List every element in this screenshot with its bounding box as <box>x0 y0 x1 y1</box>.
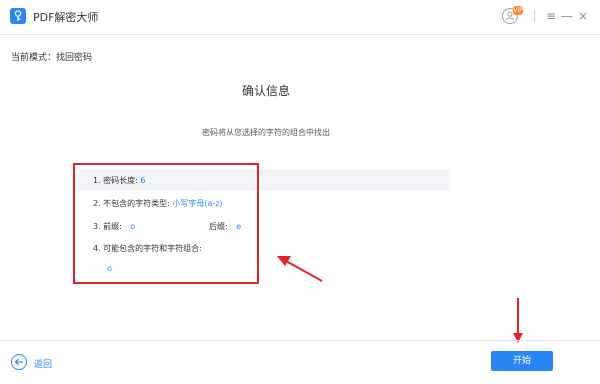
footer-divider <box>0 340 600 341</box>
back-link[interactable]: 返回 <box>34 357 52 370</box>
annotation-arrow-to-box <box>277 256 323 282</box>
annotation-arrows <box>277 256 523 343</box>
annotation-arrow-to-start <box>513 298 523 343</box>
start-button[interactable]: 开始 <box>491 351 553 371</box>
back-arrow-icon[interactable] <box>11 354 27 370</box>
